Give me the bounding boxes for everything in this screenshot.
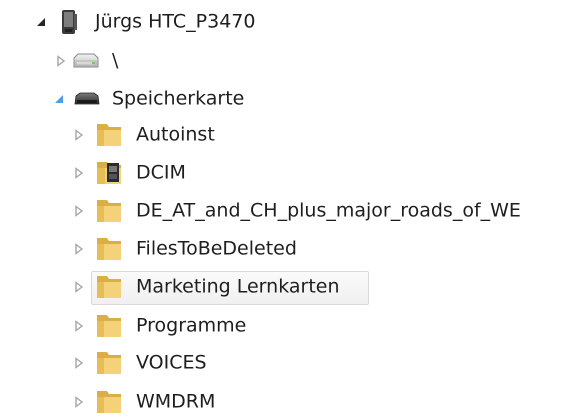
expanded-arrow-icon[interactable] [53, 93, 65, 105]
folder-icon [97, 352, 121, 374]
folder-label: VOICES [136, 351, 207, 374]
collapsed-arrow-icon[interactable] [73, 281, 85, 293]
tree-item-folder[interactable]: Marketing Lernkarten [0, 269, 566, 305]
collapsed-arrow-icon[interactable] [73, 396, 85, 408]
tree-item-folder[interactable]: FilesToBeDeleted [0, 231, 566, 267]
folder-icon [97, 238, 121, 260]
collapsed-arrow-icon[interactable] [73, 243, 85, 255]
device-label: Jürgs HTC_P3470 [95, 10, 256, 33]
collapsed-arrow-icon[interactable] [73, 357, 85, 369]
folder-label: DCIM [136, 161, 186, 184]
tree-item-folder[interactable]: Autoinst [0, 117, 566, 153]
root-drive-label: \ [112, 49, 119, 72]
tree-item-storage-card[interactable]: Speicherkarte [0, 81, 566, 117]
expanded-arrow-icon[interactable] [35, 16, 47, 28]
folder-label: DE_AT_and_CH_plus_major_roads_of_WE [136, 199, 521, 222]
tree-item-folder[interactable]: DE_AT_and_CH_plus_major_roads_of_WE [0, 193, 566, 229]
tree-item-folder[interactable]: DCIM [0, 155, 566, 191]
camera-folder-icon [97, 162, 121, 184]
folder-icon [97, 391, 121, 413]
folder-icon [97, 315, 121, 337]
folder-label: Marketing Lernkarten [136, 275, 340, 298]
collapsed-arrow-icon[interactable] [73, 129, 85, 141]
tree-item-folder[interactable]: WMDRM [0, 384, 566, 420]
folder-tree: Jürgs HTC_P3470 \ Speicherkarte Autoinst… [0, 0, 566, 413]
tree-item-folder[interactable]: VOICES [0, 345, 566, 381]
tree-item-device[interactable]: Jürgs HTC_P3470 [0, 4, 566, 40]
phone-icon [62, 10, 77, 34]
drive-icon [73, 53, 99, 68]
storage-card-label: Speicherkarte [112, 87, 245, 110]
storage-card-icon [74, 92, 100, 105]
collapsed-arrow-icon[interactable] [73, 205, 85, 217]
folder-label: WMDRM [136, 390, 216, 413]
collapsed-arrow-icon[interactable] [73, 320, 85, 332]
tree-item-folder[interactable]: Programme [0, 308, 566, 344]
folder-icon [97, 124, 121, 146]
folder-label: Programme [136, 314, 247, 337]
folder-label: FilesToBeDeleted [136, 237, 297, 260]
folder-label: Autoinst [136, 123, 215, 146]
collapsed-arrow-icon[interactable] [73, 167, 85, 179]
collapsed-arrow-icon[interactable] [55, 55, 67, 67]
tree-item-root-drive[interactable]: \ [0, 43, 566, 79]
folder-icon [97, 200, 121, 222]
folder-icon [97, 276, 121, 298]
